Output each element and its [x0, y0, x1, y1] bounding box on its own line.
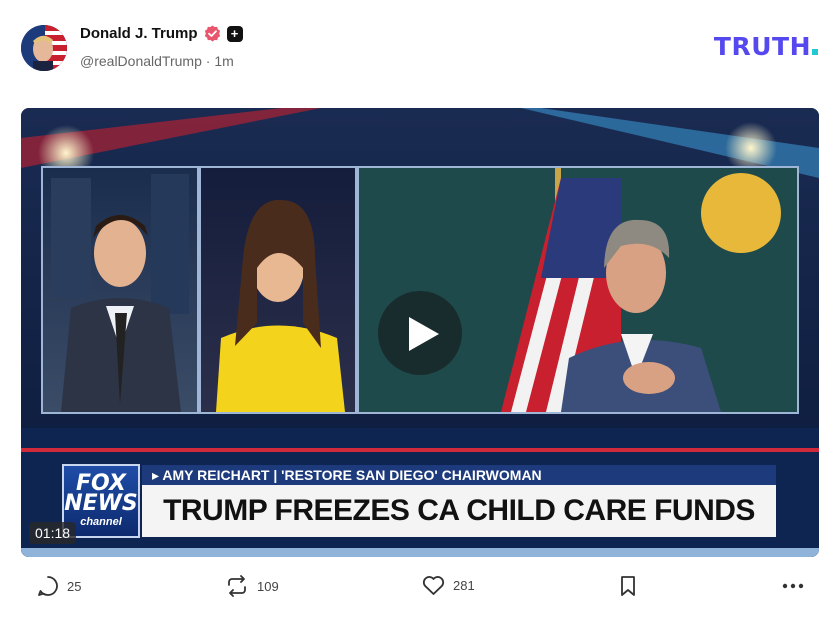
- reply-count: 25: [67, 578, 82, 594]
- repost-count: 109: [257, 578, 279, 594]
- meta-separator: ·: [205, 53, 211, 69]
- logo-word-bottom: channel: [80, 516, 122, 528]
- avatar[interactable]: [21, 25, 67, 71]
- video-duration: 01:18: [29, 522, 77, 544]
- more-icon: [782, 583, 804, 589]
- play-button[interactable]: [378, 291, 462, 375]
- heart-icon: [422, 576, 445, 595]
- video-player[interactable]: FOX NEWS channel ▸ AMY REICHART | 'RESTO…: [21, 108, 819, 557]
- more-button[interactable]: [781, 581, 805, 591]
- comment-icon: [38, 576, 58, 596]
- post-header: Donald J. Trump + @realDonaldTrump · 1m …: [0, 0, 840, 100]
- like-button[interactable]: 281: [422, 575, 475, 596]
- repost-button[interactable]: 109: [225, 575, 279, 597]
- bookmark-button[interactable]: [619, 575, 637, 597]
- bookmark-icon: [621, 576, 635, 596]
- timestamp[interactable]: 1m: [214, 53, 233, 69]
- post-meta: @realDonaldTrump · 1m: [80, 53, 234, 69]
- chyron-headline: TRUMP FREEZES CA CHILD CARE FUNDS: [142, 485, 776, 537]
- reply-button[interactable]: 25: [37, 575, 81, 597]
- repost-icon: [228, 575, 246, 597]
- play-icon: [409, 317, 439, 351]
- like-count: 281: [453, 578, 475, 593]
- chyron-subtitle: ▸ AMY REICHART | 'RESTORE SAN DIEGO' CHA…: [142, 465, 776, 485]
- chyron-accent: [21, 448, 819, 452]
- display-name[interactable]: Donald J. Trump: [80, 25, 198, 42]
- truth-logo[interactable]: TRUTH: [713, 31, 818, 61]
- handle[interactable]: @realDonaldTrump: [80, 53, 202, 69]
- logo-dot: [812, 49, 818, 55]
- verified-badge-icon: [204, 25, 221, 42]
- logo-word-mid: NEWS: [64, 491, 138, 516]
- logo-text: TRUTH: [713, 31, 811, 61]
- post-actions: 25 109 281: [0, 575, 840, 611]
- plus-badge-icon: +: [226, 25, 243, 42]
